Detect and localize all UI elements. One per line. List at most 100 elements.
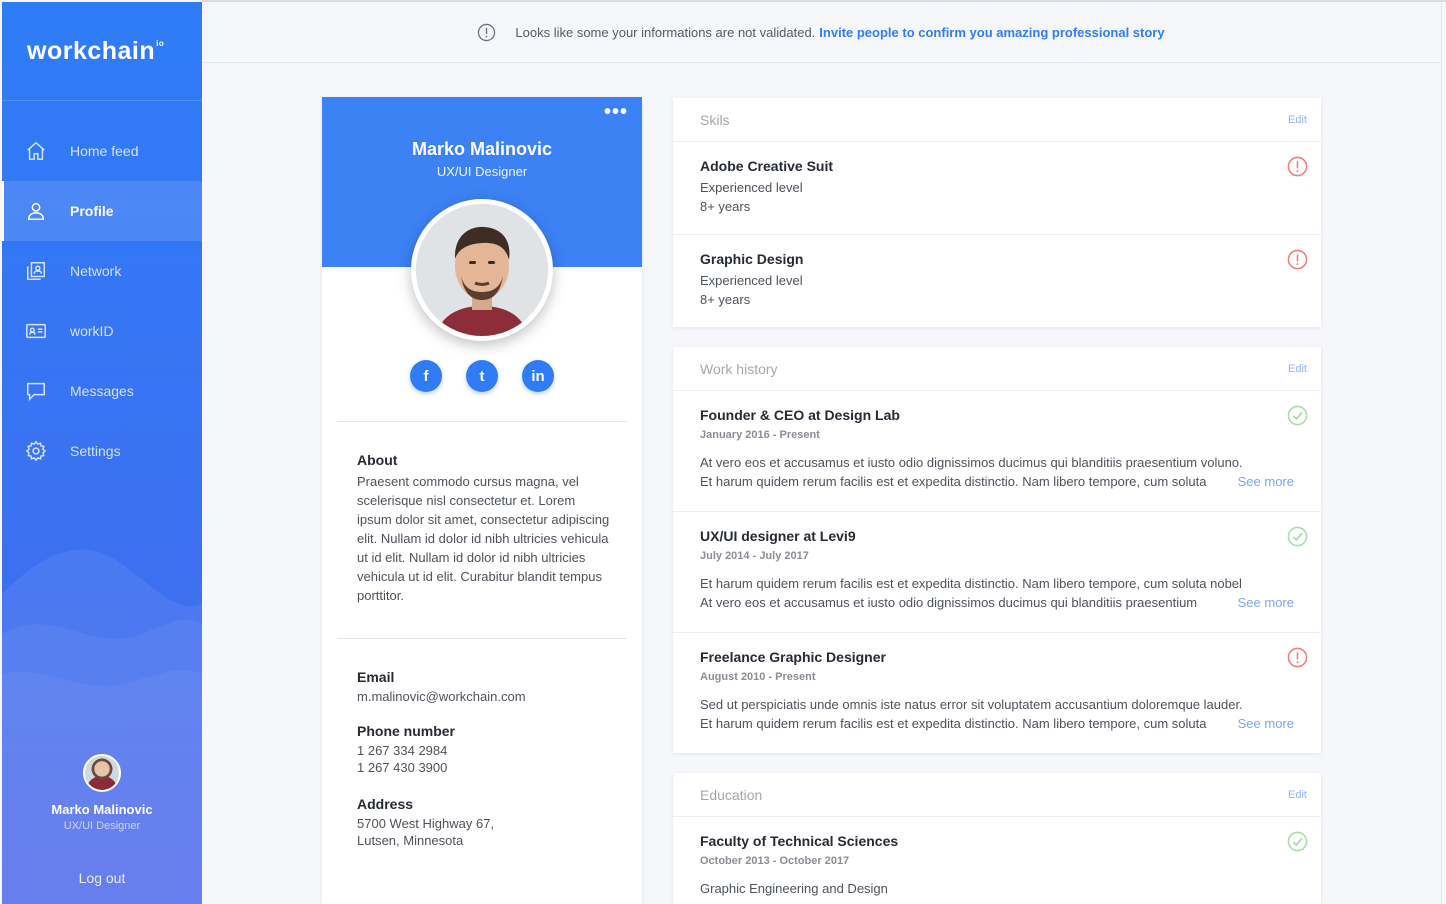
work-description: At vero eos et accusamus et iusto odio d… bbox=[700, 453, 1294, 491]
email-label: Email bbox=[357, 669, 395, 685]
work-title-text: Founder & CEO at Design Lab bbox=[700, 407, 900, 423]
sidebar-item-label: Home feed bbox=[70, 143, 139, 159]
linkedin-icon[interactable]: in bbox=[522, 360, 554, 392]
twitter-icon[interactable]: t bbox=[466, 360, 498, 392]
about-section: About Praesent commodo cursus magna, vel… bbox=[357, 452, 612, 605]
profile-card: ••• Marko Malinovic UX/UI Designer f t i… bbox=[322, 97, 642, 904]
profile-role: UX/UI Designer bbox=[436, 164, 528, 179]
verified-check-icon bbox=[1287, 526, 1308, 547]
education-header: Education Edit bbox=[673, 773, 1321, 817]
skills-title: Skils bbox=[700, 111, 730, 128]
sidebar-user: Marko Malinovic UX/UI Designer bbox=[2, 754, 202, 832]
education-item: Faculty of Technical Sciences October 20… bbox=[673, 817, 1321, 904]
address-line-1: 5700 West Highway 67, bbox=[357, 816, 495, 831]
verified-check-icon bbox=[1287, 831, 1308, 852]
work-desc-line: At vero eos et accusamus et iusto odio d… bbox=[700, 455, 1243, 470]
see-more-link[interactable]: See more bbox=[1229, 593, 1294, 612]
warning-icon[interactable] bbox=[1287, 249, 1308, 270]
work-item: Founder & CEO at Design Lab January 2016… bbox=[673, 391, 1321, 512]
wave-decoration bbox=[2, 549, 202, 904]
work-edit-button[interactable]: Edit bbox=[1288, 363, 1307, 375]
divider bbox=[337, 421, 627, 422]
sidebar-item-home-feed[interactable]: Home feed bbox=[2, 121, 202, 181]
network-icon bbox=[27, 262, 45, 280]
address-label: Address bbox=[357, 796, 414, 812]
user-icon bbox=[27, 202, 45, 220]
sidebar: workchain io Home feed Profile Network wo… bbox=[2, 2, 202, 904]
education-date: October 2013 - October 2017 bbox=[700, 855, 850, 867]
work-desc-line: Et harum quidem rerum facilis est et exp… bbox=[700, 474, 1207, 489]
work-description: Et harum quidem rerum facilis est et exp… bbox=[700, 574, 1294, 612]
avatar[interactable] bbox=[83, 754, 121, 792]
skill-item: Adobe Creative Suit Experienced level 8+… bbox=[673, 142, 1321, 235]
more-options-icon[interactable]: ••• bbox=[604, 102, 628, 122]
about-text: Praesent commodo cursus magna, vel scele… bbox=[357, 474, 610, 603]
work-header: Work history Edit bbox=[673, 347, 1321, 391]
divider bbox=[337, 638, 627, 639]
facebook-icon[interactable]: f bbox=[410, 360, 442, 392]
education-card: Education Edit Faculty of Technical Scie… bbox=[673, 773, 1321, 904]
gear-icon bbox=[25, 440, 47, 462]
see-more-link[interactable]: See more bbox=[1229, 714, 1294, 733]
logo-text: workchain bbox=[27, 36, 156, 65]
sidebar-item-workid[interactable]: workID bbox=[2, 301, 202, 361]
warning-icon[interactable] bbox=[1287, 156, 1308, 177]
work-date: August 2010 - Present bbox=[700, 671, 816, 683]
work-desc-line: Et harum quidem rerum facilis est et exp… bbox=[700, 576, 1242, 591]
social-links: f t in bbox=[322, 360, 642, 392]
skill-name: Graphic Design bbox=[700, 251, 804, 267]
education-title: Education bbox=[700, 786, 763, 803]
id-card-icon bbox=[26, 323, 46, 339]
sidebar-user-role: UX/UI Designer bbox=[63, 820, 141, 832]
see-more-link[interactable]: See more bbox=[1229, 472, 1294, 491]
phone-label: Phone number bbox=[357, 723, 456, 739]
skills-edit-button[interactable]: Edit bbox=[1288, 114, 1307, 126]
address-line-2: Lutsen, Minnesota bbox=[357, 833, 464, 848]
info-icon bbox=[478, 23, 496, 41]
skill-level: Experienced level bbox=[700, 180, 803, 195]
skills-card: Skils Edit Adobe Creative Suit Experienc… bbox=[673, 98, 1321, 327]
phone-value-2: 1 267 430 3900 bbox=[357, 760, 448, 775]
skill-name: Adobe Creative Suit bbox=[700, 158, 834, 174]
invite-link[interactable]: Invite people to confirm you amazing pro… bbox=[819, 25, 1164, 40]
skill-level: Experienced level bbox=[700, 273, 803, 288]
right-border bbox=[1441, 2, 1442, 904]
sidebar-item-label: workID bbox=[70, 323, 114, 339]
logo-sup: io bbox=[156, 38, 165, 48]
work-item: UX/UI designer at Levi9 July 2014 - July… bbox=[673, 512, 1321, 633]
verified-check-icon bbox=[1287, 405, 1308, 426]
profile-avatar[interactable] bbox=[411, 199, 553, 341]
sidebar-item-label: Profile bbox=[70, 203, 114, 219]
skill-years: 8+ years bbox=[700, 292, 751, 307]
sidebar-item-label: Messages bbox=[70, 383, 134, 399]
sidebar-user-name: Marko Malinovic bbox=[51, 802, 153, 817]
sidebar-item-label: Settings bbox=[70, 443, 121, 459]
skills-header: Skils Edit bbox=[673, 98, 1321, 142]
work-item: Freelance Graphic Designer August 2010 -… bbox=[673, 633, 1321, 753]
skill-item: Graphic Design Experienced level 8+ year… bbox=[673, 235, 1321, 327]
work-desc-line: At vero eos et accusamus et iusto odio d… bbox=[700, 595, 1198, 610]
warning-icon[interactable] bbox=[1287, 647, 1308, 668]
home-icon bbox=[27, 141, 45, 160]
education-edit-button[interactable]: Edit bbox=[1288, 789, 1307, 801]
banner-text: Looks like some your informations are no… bbox=[515, 24, 816, 40]
sidebar-item-network[interactable]: Network bbox=[2, 241, 202, 301]
avatar-photo bbox=[416, 204, 548, 336]
education-school: Faculty of Technical Sciences bbox=[700, 833, 899, 849]
work-title-text: UX/UI designer at Levi9 bbox=[700, 528, 856, 544]
about-label: About bbox=[357, 452, 398, 468]
email-value[interactable]: m.malinovic@workchain.com bbox=[357, 688, 612, 705]
work-date: July 2014 - July 2017 bbox=[700, 550, 809, 562]
work-title-text: Freelance Graphic Designer bbox=[700, 649, 886, 665]
sidebar-item-settings[interactable]: Settings bbox=[2, 421, 202, 481]
sidebar-item-messages[interactable]: Messages bbox=[2, 361, 202, 421]
skill-years: 8+ years bbox=[700, 199, 751, 214]
work-date: January 2016 - Present bbox=[700, 429, 820, 441]
logo[interactable]: workchain io bbox=[2, 2, 202, 101]
work-desc-line: Et harum quidem rerum facilis est et exp… bbox=[700, 716, 1207, 731]
work-history-card: Work history Edit Founder & CEO at Desig… bbox=[673, 347, 1321, 753]
work-title: Work history bbox=[700, 360, 778, 377]
logout-button[interactable]: Log out bbox=[2, 870, 202, 886]
profile-name: Marko Malinovic bbox=[411, 139, 553, 159]
sidebar-item-profile[interactable]: Profile bbox=[2, 181, 202, 241]
